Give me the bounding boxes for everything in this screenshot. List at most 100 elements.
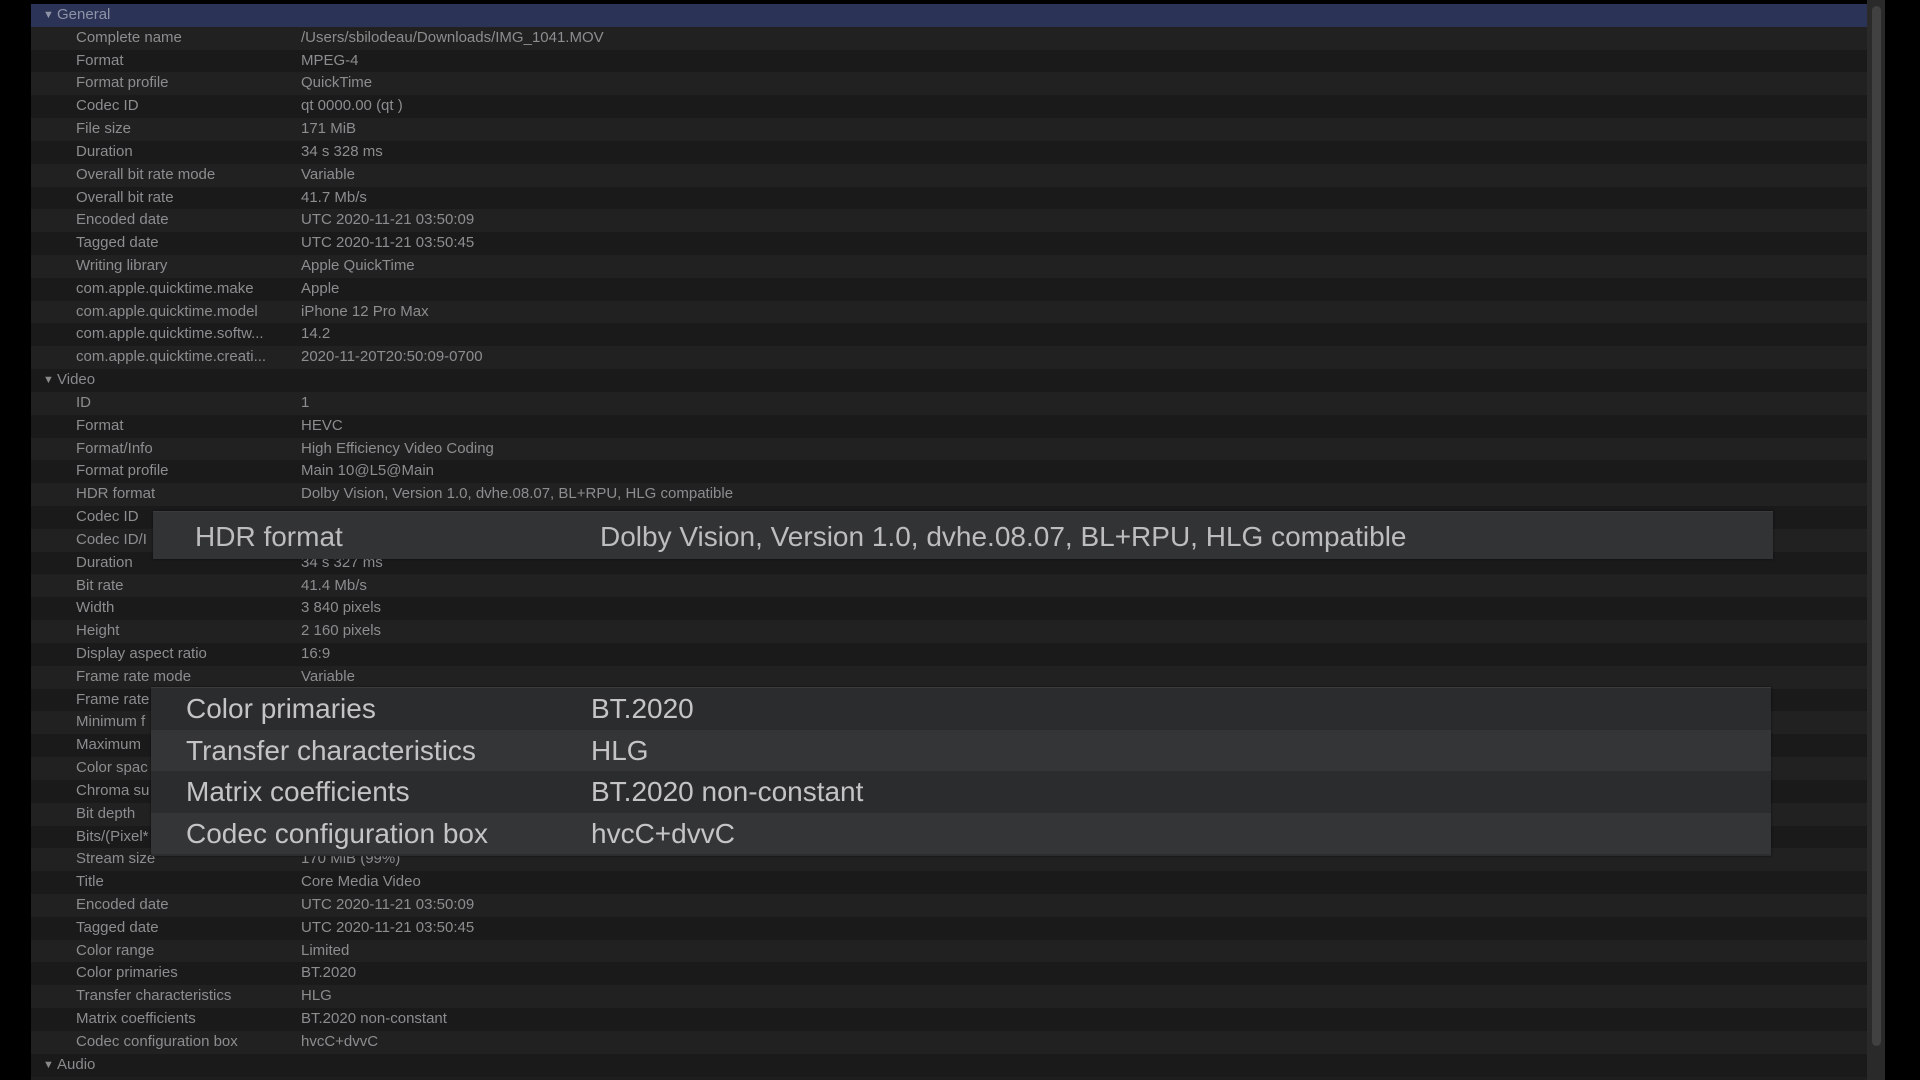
info-row[interactable]: Bit rate 41.4 Mb/s <box>31 574 1867 598</box>
overlay-value: Dolby Vision, Version 1.0, dvhe.08.07, B… <box>600 521 1407 552</box>
info-label: Codec ID <box>76 508 139 526</box>
info-label: Codec configuration box <box>76 1032 238 1050</box>
info-row[interactable]: File size 171 MiB <box>31 118 1867 141</box>
info-label: Stream size <box>76 850 156 868</box>
info-value: BT.2020 <box>301 964 357 982</box>
section-header-video[interactable]: ▼ Video <box>31 369 1867 392</box>
info-label: Color primaries <box>76 964 178 982</box>
section-header-audio[interactable]: ▼ Audio <box>31 1053 1867 1077</box>
info-label: Frame rate <box>76 690 150 708</box>
info-label: Format/Info <box>76 439 153 457</box>
info-row[interactable]: com.apple.quicktime.make Apple <box>31 277 1867 301</box>
info-row[interactable]: Encoded date UTC 2020-11-21 03:50:09 <box>31 209 1867 233</box>
info-row[interactable]: Color primaries BT.2020 <box>31 962 1867 986</box>
info-value: iPhone 12 Pro Max <box>301 302 429 320</box>
info-value: High Efficiency Video Coding <box>301 439 494 457</box>
info-value: Apple QuickTime <box>301 257 415 275</box>
info-row[interactable]: Codec ID qt 0000.00 (qt ) <box>31 95 1867 119</box>
overlay-label: Matrix coefficients <box>186 776 410 807</box>
info-label: Format profile <box>76 74 169 92</box>
info-row[interactable]: Transfer characteristics HLG <box>31 985 1867 1009</box>
info-value: 14.2 <box>301 325 331 343</box>
info-label: HDR format <box>76 485 156 503</box>
info-label: Encoded date <box>76 211 169 229</box>
info-label: Bit depth <box>76 804 136 822</box>
info-row[interactable]: Format profile Main 10@L5@Main <box>31 460 1867 484</box>
info-row[interactable]: Title Core Media Video <box>31 871 1867 894</box>
info-value: Limited <box>301 941 350 959</box>
info-row[interactable]: Tagged date UTC 2020-11-21 03:50:45 <box>31 232 1867 255</box>
section-header-general[interactable]: ▼ General <box>31 4 1867 27</box>
overlay-row: Transfer characteristics HLG <box>151 729 1771 771</box>
info-label: Title <box>76 873 104 891</box>
info-label: com.apple.quicktime.model <box>76 302 258 320</box>
info-label: Complete name <box>76 28 182 46</box>
overlay-value: BT.2020 non-constant <box>591 776 864 807</box>
info-row[interactable]: Overall bit rate 41.7 Mb/s <box>31 186 1867 210</box>
info-row[interactable]: Encoded date UTC 2020-11-21 03:50:09 <box>31 893 1867 917</box>
overlay-label: Codec configuration box <box>186 817 488 849</box>
info-label: Tagged date <box>76 918 159 936</box>
info-value: 41.4 Mb/s <box>301 576 367 594</box>
info-label: Format <box>76 416 124 434</box>
info-row[interactable]: Codec configuration box hvcC+dvvC <box>31 1030 1867 1054</box>
info-value: Apple <box>301 279 340 297</box>
section-title: General <box>57 6 111 23</box>
info-row[interactable]: Tagged date UTC 2020-11-21 03:50:45 <box>31 916 1867 940</box>
info-row[interactable]: Matrix coefficients BT.2020 non-constant <box>31 1008 1867 1031</box>
info-row[interactable]: Format profile QuickTime <box>31 72 1867 96</box>
info-label: com.apple.quicktime.creati... <box>76 348 267 366</box>
info-label: Format profile <box>76 462 169 480</box>
info-value: HEVC <box>301 416 343 434</box>
info-row[interactable]: com.apple.quicktime.model iPhone 12 Pro M… <box>31 300 1867 324</box>
info-row[interactable]: Format HEVC <box>31 414 1867 438</box>
disclosure-triangle-icon[interactable]: ▼ <box>43 1054 54 1077</box>
info-value: qt 0000.00 (qt ) <box>301 97 403 115</box>
info-row[interactable]: Color range Limited <box>31 939 1867 963</box>
info-row[interactable]: com.apple.quicktime.softw... 14.2 <box>31 323 1867 347</box>
overlay-value: BT.2020 <box>591 693 694 724</box>
info-label: Bits/(Pixel* <box>76 827 149 845</box>
info-row[interactable]: Display aspect ratio 16:9 <box>31 642 1867 666</box>
info-label: File size <box>76 120 132 138</box>
info-value: UTC 2020-11-21 03:50:09 <box>301 895 475 913</box>
info-row[interactable]: Width 3 840 pixels <box>31 597 1867 621</box>
info-value: QuickTime <box>301 74 373 92</box>
overlay-label: Transfer characteristics <box>186 734 476 766</box>
info-row[interactable]: HDR format Dolby Vision, Version 1.0, dvh… <box>31 483 1867 507</box>
section-title: Video <box>57 371 96 389</box>
info-label: Width <box>76 599 115 617</box>
info-row[interactable]: Writing library Apple QuickTime <box>31 255 1867 278</box>
info-row[interactable]: Format MPEG-4 <box>31 49 1867 73</box>
info-label: Transfer characteristics <box>76 987 232 1005</box>
info-row[interactable]: Format/Info High Efficiency Video Coding <box>31 437 1867 461</box>
scrollbar-thumb[interactable] <box>1872 6 1881 1046</box>
disclosure-triangle-icon[interactable]: ▼ <box>43 4 54 27</box>
info-value: UTC 2020-11-21 03:50:45 <box>301 234 475 252</box>
info-row[interactable]: ID 1 <box>31 391 1867 415</box>
info-value: HLG <box>301 987 332 1005</box>
vertical-scrollbar[interactable] <box>1867 0 1885 1080</box>
info-row[interactable]: Complete name/Users/sbilodeau/Downloads/… <box>31 26 1867 50</box>
info-value: Variable <box>301 165 355 183</box>
info-label: Height <box>76 622 120 640</box>
info-value: UTC 2020-11-21 03:50:45 <box>301 918 475 936</box>
info-label: Matrix coefficients <box>76 1010 196 1028</box>
disclosure-triangle-icon[interactable]: ▼ <box>43 369 54 392</box>
info-value: 2 160 pixels <box>301 622 382 640</box>
info-value: Dolby Vision, Version 1.0, dvhe.08.07, B… <box>301 485 734 503</box>
info-label: com.apple.quicktime.softw... <box>76 325 264 343</box>
info-row[interactable]: Overall bit rate mode Variable <box>31 163 1867 187</box>
overlay-value: HLG <box>591 734 649 766</box>
info-row[interactable]: Height 2 160 pixels <box>31 620 1867 643</box>
info-value: Variable <box>301 667 355 685</box>
info-value: 171 MiB <box>301 120 357 138</box>
info-label: Codec ID <box>76 97 139 115</box>
info-label: com.apple.quicktime.make <box>76 279 254 297</box>
info-value: UTC 2020-11-21 03:50:09 <box>301 211 475 229</box>
info-label: Encoded date <box>76 895 169 913</box>
info-label: Tagged date <box>76 234 159 252</box>
info-row[interactable]: com.apple.quicktime.creati... 2020-11-20T… <box>31 346 1867 370</box>
info-row[interactable]: Frame rate mode Variable <box>31 665 1867 689</box>
info-row[interactable]: Duration 34 s 328 ms <box>31 140 1867 164</box>
